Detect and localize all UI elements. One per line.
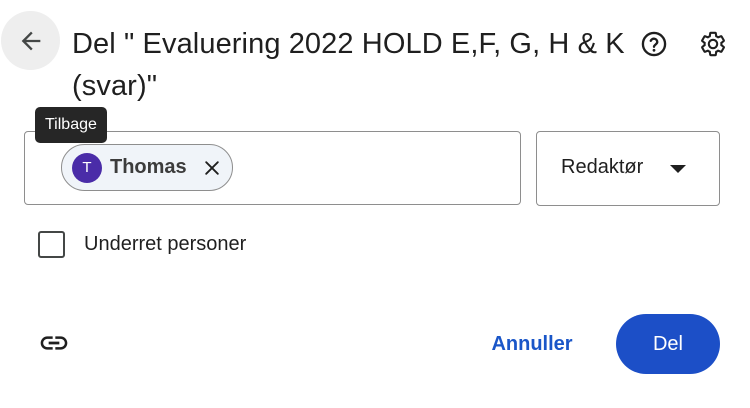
close-icon: [205, 161, 219, 175]
person-chip-name: Thomas: [110, 156, 187, 178]
person-chip[interactable]: T Thomas: [61, 144, 233, 191]
role-selected-value: Redaktør: [561, 156, 644, 178]
copy-link-button[interactable]: [34, 323, 74, 363]
link-icon: [40, 336, 68, 350]
notify-checkbox[interactable]: [38, 231, 65, 258]
help-circle-icon: [641, 31, 667, 57]
help-button[interactable]: [634, 24, 674, 64]
arrow-back-icon: [21, 31, 40, 50]
role-select[interactable]: Redaktør: [536, 131, 720, 206]
cancel-button[interactable]: Annuller: [478, 314, 586, 374]
notify-label: Underret personer: [84, 233, 247, 255]
share-button[interactable]: Del: [616, 314, 720, 374]
dialog-title: Del " Evaluering 2022 HOLD E,F, G, H & K…: [72, 28, 625, 102]
back-button[interactable]: [1, 11, 60, 70]
avatar: T: [72, 152, 102, 183]
gear-icon: [701, 31, 725, 57]
back-tooltip: Tilbage: [35, 107, 107, 143]
settings-button[interactable]: [693, 24, 733, 64]
caret-down-icon: [670, 165, 686, 173]
remove-person-button[interactable]: [200, 156, 224, 180]
